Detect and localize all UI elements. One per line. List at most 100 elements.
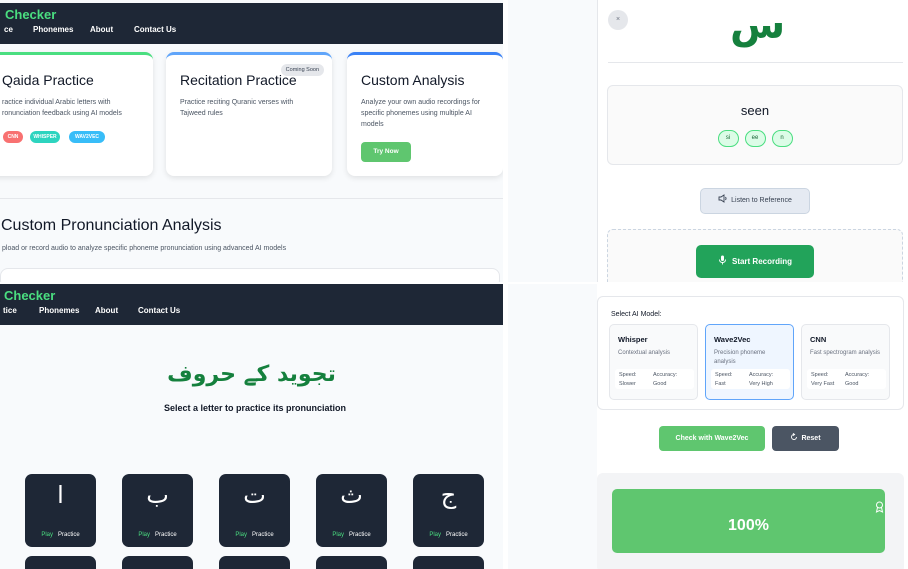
letter-card[interactable] bbox=[25, 556, 96, 569]
letter-card[interactable] bbox=[316, 556, 387, 569]
card-title: Qaida Practice bbox=[2, 72, 94, 88]
score-value: 100% bbox=[728, 517, 769, 534]
play-button[interactable]: Play bbox=[429, 532, 441, 538]
try-now-button[interactable]: Try Now bbox=[361, 142, 411, 162]
model-name: Whisper bbox=[618, 335, 648, 344]
letter-display: س bbox=[730, 2, 786, 48]
letter-card[interactable]: ث Play Practice bbox=[316, 474, 387, 547]
card-custom-analysis[interactable]: Custom Analysis Analyze your own audio r… bbox=[347, 52, 503, 176]
microphone-icon bbox=[719, 255, 726, 265]
backdrop bbox=[508, 284, 597, 569]
speed-value: Slower bbox=[619, 381, 636, 387]
accuracy-value: Good bbox=[845, 381, 859, 387]
model-selector-label: Select AI Model: bbox=[611, 311, 662, 318]
nav-link-contact[interactable]: Contact Us bbox=[134, 25, 176, 34]
backdrop bbox=[508, 0, 597, 282]
section-subtitle: pload or record audio to analyze specifi… bbox=[2, 245, 287, 252]
card-qaida-practice[interactable]: Qaida Practice ractice individual Arabic… bbox=[0, 52, 153, 176]
phoneme-pill[interactable]: n bbox=[771, 130, 793, 147]
page-subtitle: Select a letter to practice its pronunci… bbox=[163, 403, 347, 413]
letter-glyph: ا bbox=[57, 481, 64, 509]
model-selector: Select AI Model: Whisper Contextual anal… bbox=[597, 296, 904, 410]
letter-glyph: ت bbox=[243, 481, 266, 509]
phoneme-pill[interactable]: si bbox=[717, 130, 739, 147]
model-description: Precision phoneme analysis bbox=[714, 350, 766, 365]
medal-icon bbox=[875, 501, 884, 513]
check-with-model-button[interactable]: Check with Wave2Vec bbox=[659, 426, 765, 451]
tag-cnn: CNN bbox=[3, 131, 23, 143]
speed-label: Speed: bbox=[811, 372, 829, 378]
brand-logo[interactable]: Checker bbox=[4, 288, 55, 303]
play-button[interactable]: Play bbox=[41, 532, 53, 538]
model-stats: Speed: Very Fast Accuracy: Good bbox=[807, 369, 886, 389]
letter-card[interactable] bbox=[122, 556, 193, 569]
tag-whisper: WHISPER bbox=[30, 131, 60, 143]
nav-link-about[interactable]: About bbox=[90, 25, 134, 34]
phoneme-pill[interactable]: ee bbox=[744, 130, 766, 147]
card-description: Practice reciting Quranic verses with Ta… bbox=[180, 99, 294, 117]
nav-link-practice[interactable]: ce bbox=[4, 25, 33, 34]
practice-button[interactable]: Practice bbox=[252, 532, 274, 538]
speed-label: Speed: bbox=[619, 372, 637, 378]
model-option-cnn[interactable]: CNN Fast spectrogram analysis Speed: Very… bbox=[801, 324, 890, 400]
play-button[interactable]: Play bbox=[138, 532, 150, 538]
nav-link-phonemes[interactable]: Phonemes bbox=[33, 25, 90, 34]
listen-reference-button[interactable]: Listen to Reference bbox=[700, 188, 810, 214]
accuracy-label: Accuracy: bbox=[749, 372, 774, 378]
phoneme-list: si ee n bbox=[608, 130, 902, 147]
section-title: Custom Pronunciation Analysis bbox=[1, 217, 222, 234]
letter-card[interactable]: ب Play Practice bbox=[122, 474, 193, 547]
model-option-whisper[interactable]: Whisper Contextual analysis Speed: Slower… bbox=[609, 324, 698, 400]
upload-area[interactable] bbox=[0, 268, 500, 282]
nav-link-practice[interactable]: tice bbox=[3, 306, 39, 315]
brand-logo[interactable]: Checker bbox=[5, 7, 56, 22]
analysis-panel: Select AI Model: Whisper Contextual anal… bbox=[508, 284, 908, 569]
practice-button[interactable]: Practice bbox=[155, 532, 177, 538]
reset-icon bbox=[791, 432, 798, 440]
model-stats: Speed: Fast Accuracy: Very High bbox=[711, 369, 790, 389]
accuracy-label: Accuracy: bbox=[845, 372, 870, 378]
letter-name: seen bbox=[740, 103, 770, 118]
model-name: Wave2Vec bbox=[714, 335, 751, 344]
speed-value: Fast bbox=[715, 381, 726, 387]
home-panel: Checker ce Phonemes About Contact Us Qai… bbox=[0, 0, 503, 282]
practice-button[interactable]: Practice bbox=[349, 532, 371, 538]
divider bbox=[0, 198, 503, 199]
tag-wav2vec: WAV2VEC bbox=[69, 131, 105, 143]
nav-link-about[interactable]: About bbox=[95, 306, 138, 315]
start-recording-label: Start Recording bbox=[731, 257, 792, 266]
card-description: Analyze your own audio recordings for sp… bbox=[361, 99, 481, 128]
model-option-wave2vec[interactable]: Wave2Vec Precision phoneme analysis Spee… bbox=[705, 324, 794, 400]
speaker-icon bbox=[718, 194, 727, 203]
letter-card[interactable] bbox=[413, 556, 484, 569]
listen-reference-label: Listen to Reference bbox=[731, 197, 792, 204]
speed-value: Very Fast bbox=[811, 381, 835, 387]
reset-label: Reset bbox=[801, 435, 821, 442]
letter-glyph: ج bbox=[440, 481, 457, 509]
navbar: Checker ce Phonemes About Contact Us bbox=[0, 3, 503, 44]
nav-link-contact[interactable]: Contact Us bbox=[138, 306, 180, 315]
play-button[interactable]: Play bbox=[332, 532, 344, 538]
page-title: تجوید کے حروف bbox=[167, 362, 336, 387]
model-name: CNN bbox=[810, 335, 827, 344]
model-stats: Speed: Slower Accuracy: Good bbox=[615, 369, 694, 389]
accuracy-value: Very High bbox=[749, 381, 773, 387]
letter-card[interactable]: ا Play Practice bbox=[25, 474, 96, 547]
letter-glyph: ب bbox=[146, 481, 169, 509]
practice-button[interactable]: Practice bbox=[446, 532, 468, 538]
speed-label: Speed: bbox=[715, 372, 733, 378]
letter-card[interactable]: ج Play Practice bbox=[413, 474, 484, 547]
practice-button[interactable]: Practice bbox=[58, 532, 80, 538]
letter-glyph: ث bbox=[340, 481, 363, 509]
play-button[interactable]: Play bbox=[235, 532, 247, 538]
start-recording-button[interactable]: Start Recording bbox=[696, 245, 814, 278]
letter-card[interactable] bbox=[219, 556, 290, 569]
nav-link-phonemes[interactable]: Phonemes bbox=[39, 306, 95, 315]
navbar: Checker tice Phonemes About Contact Us bbox=[0, 284, 503, 325]
reset-button[interactable]: Reset bbox=[772, 426, 839, 451]
card-recitation-practice[interactable]: Coming Soon Recitation Practice Practice… bbox=[166, 52, 332, 176]
model-description: Contextual analysis bbox=[618, 350, 671, 356]
accuracy-label: Accuracy: bbox=[653, 372, 678, 378]
close-button[interactable]: × bbox=[608, 10, 628, 30]
letter-card[interactable]: ت Play Practice bbox=[219, 474, 290, 547]
